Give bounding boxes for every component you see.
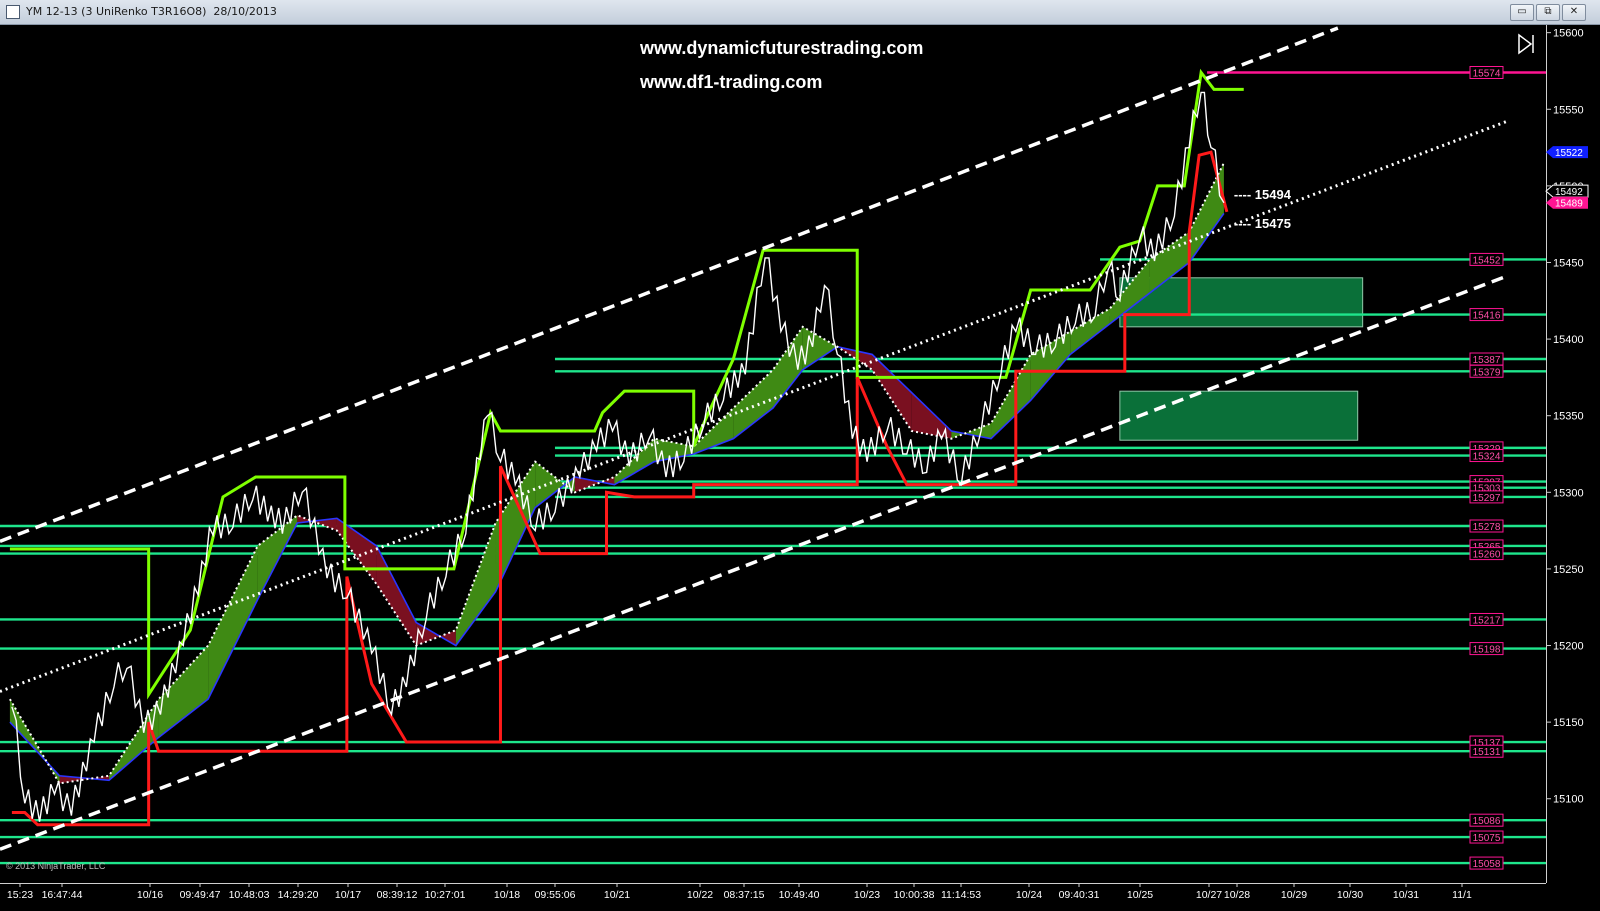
x-tick-label-1: 15:23 [7, 889, 33, 901]
x-tick-label-26: 10/31 [1393, 889, 1419, 901]
level-label-15217: 15217 [1473, 615, 1501, 626]
level-label-15278: 15278 [1473, 522, 1501, 533]
x-tick-label-16: 10/23 [854, 889, 880, 901]
chart-background [0, 25, 1600, 906]
copyright-text: © 2013 NinjaTrader, LLC [6, 861, 106, 871]
restore-button[interactable]: ⧉ [1536, 4, 1560, 21]
x-tick-label-17: 10:00:38 [894, 889, 935, 901]
x-tick-label-7: 10/17 [335, 889, 361, 901]
level-label-15324: 15324 [1473, 452, 1501, 463]
price-marker-label-15489: 15489 [1555, 199, 1583, 210]
y-tick-label-15250: 15250 [1553, 564, 1584, 576]
level-label-15198: 15198 [1473, 645, 1501, 656]
x-tick-label-25: 10/30 [1337, 889, 1363, 901]
x-tick-label-24: 10/29 [1281, 889, 1307, 901]
x-tick-label-14: 08:37:15 [724, 889, 765, 901]
y-tick-label-15550: 15550 [1553, 104, 1584, 116]
close-button[interactable]: ✕ [1562, 4, 1586, 21]
x-tick-label-19: 10/24 [1016, 889, 1042, 901]
chart-window-icon [6, 5, 20, 19]
window-titlebar: YM 12-13 (3 UniRenko T3R16O8) 28/10/2013… [0, 0, 1600, 25]
level-label-15452: 15452 [1473, 255, 1501, 266]
level-label-15075: 15075 [1473, 833, 1501, 844]
y-tick-label-15200: 15200 [1553, 641, 1584, 653]
price-marker-label-15492: 15492 [1555, 187, 1583, 198]
price-marker-label-15522: 15522 [1555, 148, 1583, 159]
watermark-line-1: www.dynamicfuturestrading.com [639, 38, 923, 58]
y-tick-label-15600: 15600 [1553, 28, 1584, 40]
x-tick-label-13: 10/22 [687, 889, 713, 901]
x-tick-label-27: 11/1 [1452, 889, 1472, 901]
level-label-15379: 15379 [1473, 367, 1501, 378]
x-tick-label-5: 10:48:03 [229, 889, 270, 901]
zone-2 [1119, 390, 1359, 441]
x-tick-label-8: 08:39:12 [377, 889, 418, 901]
annotation-1: ---- 15494 [1234, 187, 1292, 202]
x-tick-label-3: 10/16 [137, 889, 163, 901]
x-tick-label-23: 10/28 [1224, 889, 1250, 901]
level-label-15058: 15058 [1473, 859, 1501, 870]
x-tick-label-11: 09:55:06 [535, 889, 576, 901]
level-label-15574: 15574 [1473, 68, 1501, 79]
y-tick-label-15100: 15100 [1553, 794, 1584, 806]
level-label-15131: 15131 [1473, 747, 1501, 758]
window-title: YM 12-13 (3 UniRenko T3R16O8) 28/10/2013 [26, 5, 277, 18]
chart-canvas: 1557415452154161538715379153291532415307… [0, 25, 1600, 906]
annotation-2: ---- 15475 [1234, 216, 1291, 231]
x-tick-label-4: 09:49:47 [180, 889, 221, 901]
x-tick-label-6: 14:29:20 [278, 889, 319, 901]
y-tick-label-15300: 15300 [1553, 487, 1584, 499]
level-label-15297: 15297 [1473, 493, 1501, 504]
x-tick-label-21: 10/25 [1127, 889, 1153, 901]
x-tick-label-10: 10/18 [494, 889, 520, 901]
x-tick-label-18: 11:14:53 [941, 889, 981, 901]
level-label-15086: 15086 [1473, 816, 1501, 827]
level-label-15260: 15260 [1473, 550, 1501, 561]
x-tick-label-15: 10:49:40 [779, 889, 820, 901]
x-tick-label-2: 16:47:44 [42, 889, 83, 901]
y-tick-label-15450: 15450 [1553, 257, 1584, 269]
x-tick-label-9: 10:27:01 [425, 889, 466, 901]
y-tick-label-15350: 15350 [1553, 411, 1584, 423]
level-label-15387: 15387 [1473, 355, 1501, 366]
x-tick-label-20: 09:40:31 [1059, 889, 1100, 901]
x-tick-label-22: 10/27 [1196, 889, 1222, 901]
watermark-line-2: www.df1-trading.com [639, 72, 822, 92]
y-tick-label-15150: 15150 [1553, 717, 1584, 729]
price-chart[interactable]: 1557415452154161538715379153291532415307… [0, 25, 1600, 906]
minimize-button[interactable]: ▭ [1510, 4, 1534, 21]
level-label-15416: 15416 [1473, 311, 1501, 322]
y-tick-label-15400: 15400 [1553, 334, 1584, 346]
x-tick-label-12: 10/21 [604, 889, 630, 901]
